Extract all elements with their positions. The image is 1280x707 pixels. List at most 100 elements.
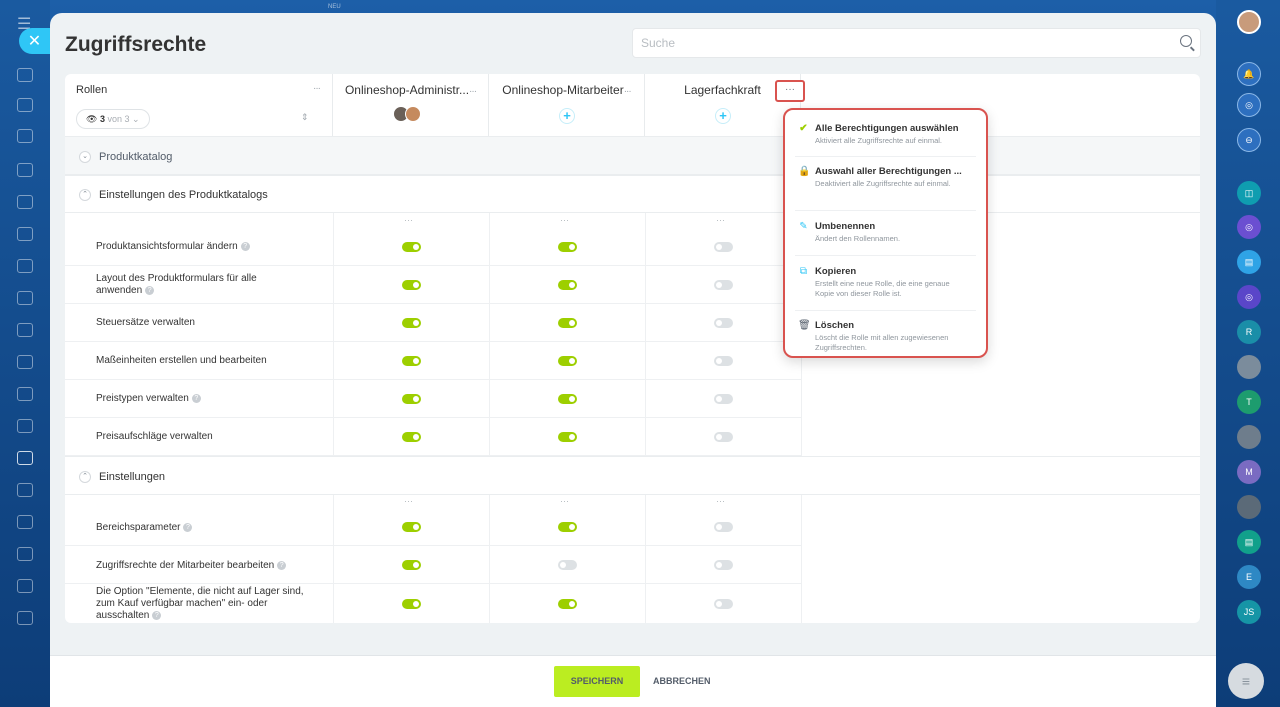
menu-item-select-all[interactable]: ✔ Alle Berechtigungen auswählen Aktivier… xyxy=(795,123,976,157)
contact-icon-8[interactable]: ▤ xyxy=(1237,530,1261,554)
contact-icon-5[interactable] xyxy=(1237,355,1261,379)
permission-toggle[interactable] xyxy=(713,393,733,404)
permission-toggle[interactable] xyxy=(401,355,421,366)
more-menu-icon[interactable]: ≡ xyxy=(1228,663,1264,699)
sidebar-icon-10[interactable] xyxy=(17,355,33,369)
permission-toggle[interactable] xyxy=(557,521,577,532)
permission-toggle[interactable] xyxy=(713,279,733,290)
roles-more-icon[interactable]: ··· xyxy=(313,83,321,94)
permission-label: Bereichsparameter xyxy=(96,522,181,533)
column-more-icon[interactable]: ··· xyxy=(716,496,725,506)
sidebar-icon-18[interactable] xyxy=(17,611,33,625)
permission-toggle[interactable] xyxy=(713,317,733,328)
permission-toggle[interactable] xyxy=(557,431,577,442)
permission-toggle[interactable] xyxy=(557,598,577,609)
permission-toggle[interactable] xyxy=(713,598,733,609)
permission-toggle[interactable] xyxy=(713,241,733,252)
permission-toggle[interactable] xyxy=(713,431,733,442)
contact-icon-4[interactable]: ◎ xyxy=(1237,285,1261,309)
help-icon[interactable]: ? xyxy=(240,241,250,251)
contact-icon-7[interactable] xyxy=(1237,495,1261,519)
section-produktkatalog[interactable]: ⌄ Produktkatalog xyxy=(65,136,1200,175)
sidebar-icon-4[interactable] xyxy=(17,163,33,177)
help-icon[interactable]: ? xyxy=(277,560,287,570)
permission-toggle[interactable] xyxy=(401,317,421,328)
menu-item-deselect-all[interactable]: 🔒 Auswahl aller Berechtigungen ... Deakt… xyxy=(795,166,976,211)
section-produktkatalog-settings[interactable]: ⌃ Einstellungen des Produktkatalogs xyxy=(65,175,1200,213)
help-icon[interactable]: ? xyxy=(183,522,193,532)
sidebar-icon-11[interactable] xyxy=(17,387,33,401)
contact-js[interactable]: JS xyxy=(1237,600,1261,624)
role-filter[interactable]: 👁 3 von 3 ⌄ xyxy=(76,109,150,129)
role2-more-icon[interactable]: ··· xyxy=(624,86,632,97)
sidebar-icon-2[interactable] xyxy=(17,98,33,112)
permission-toggle[interactable] xyxy=(713,355,733,366)
column-more-icon[interactable]: ··· xyxy=(716,215,725,225)
search-input[interactable] xyxy=(641,29,1161,57)
sidebar-icon-14[interactable] xyxy=(17,483,33,497)
contact-t[interactable]: T xyxy=(1237,390,1261,414)
sidebar-icon-17[interactable] xyxy=(17,579,33,593)
permission-toggle[interactable] xyxy=(401,559,421,570)
menu-item-title: Umbenennen xyxy=(815,221,876,232)
column-more-icon[interactable]: ··· xyxy=(404,496,413,506)
menu-item-delete[interactable]: 🗑 Löschen Löscht die Rolle mit allen zug… xyxy=(795,320,976,355)
contact-icon-3[interactable]: ▤ xyxy=(1237,250,1261,274)
help-icon[interactable]: ? xyxy=(191,393,201,403)
sidebar-icon-13[interactable] xyxy=(17,451,33,465)
permission-toggle[interactable] xyxy=(557,279,577,290)
column-more-icon[interactable]: ··· xyxy=(560,496,569,506)
menu-item-copy[interactable]: ⧉ Kopieren Erstellt eine neue Rolle, die… xyxy=(795,266,976,311)
column-more-icon[interactable]: ··· xyxy=(560,215,569,225)
sidebar-icon-12[interactable] xyxy=(17,419,33,433)
sidebar-icon-5[interactable] xyxy=(17,195,33,209)
sidebar-icon-3[interactable] xyxy=(17,129,33,143)
permission-toggle[interactable] xyxy=(557,317,577,328)
search-icon[interactable] xyxy=(1180,35,1192,47)
contact-m[interactable]: M xyxy=(1237,460,1261,484)
sidebar-icon-1[interactable] xyxy=(17,68,33,82)
help-icon[interactable]: ? xyxy=(145,285,155,295)
contact-icon-6[interactable] xyxy=(1237,425,1261,449)
section-einstellungen[interactable]: ⌃ Einstellungen xyxy=(65,456,1200,495)
permission-toggle[interactable] xyxy=(557,355,577,366)
permission-toggle[interactable] xyxy=(401,393,421,404)
add-member-icon[interactable]: + xyxy=(559,108,575,124)
permission-toggle[interactable] xyxy=(713,559,733,570)
column-more-icon[interactable]: ··· xyxy=(404,215,413,225)
permission-toggle[interactable] xyxy=(401,598,421,609)
sidebar-icon-8[interactable] xyxy=(17,291,33,305)
contact-icon-1[interactable]: ◫ xyxy=(1237,181,1261,205)
permission-toggle[interactable] xyxy=(557,393,577,404)
role1-more-icon[interactable]: ··· xyxy=(469,86,477,97)
add-member-icon[interactable]: + xyxy=(715,108,731,124)
save-button[interactable]: SPEICHERN xyxy=(554,666,640,697)
permission-toggle[interactable] xyxy=(557,241,577,252)
permission-toggle[interactable] xyxy=(557,559,577,570)
contact-icon-2[interactable]: ◎ xyxy=(1237,215,1261,239)
permission-toggle[interactable] xyxy=(401,431,421,442)
role3-more-button[interactable]: ··· xyxy=(775,80,805,102)
help-icon[interactable]: ? xyxy=(152,610,162,620)
avatar[interactable] xyxy=(405,106,421,122)
close-icon[interactable]: ✕ xyxy=(19,28,50,54)
cancel-button[interactable]: ABBRECHEN xyxy=(653,666,711,697)
search-chat-icon[interactable]: ⊖ xyxy=(1237,128,1261,152)
permission-toggle[interactable] xyxy=(713,521,733,532)
collapse-expand-icon[interactable]: ⇕ xyxy=(301,112,309,123)
permission-toggle[interactable] xyxy=(401,279,421,290)
permission-toggle[interactable] xyxy=(401,521,421,532)
sidebar-icon-15[interactable] xyxy=(17,515,33,529)
sidebar-icon-7[interactable] xyxy=(17,259,33,273)
bell-icon[interactable]: 🔔 xyxy=(1237,62,1261,86)
sidebar-icon-6[interactable] xyxy=(17,227,33,241)
sidebar-icon-16[interactable] xyxy=(17,547,33,561)
user-avatar[interactable] xyxy=(1237,10,1261,34)
menu-item-rename[interactable]: ✎ Umbenennen Ändert den Rollennamen. xyxy=(795,221,976,256)
contact-e[interactable]: E xyxy=(1237,565,1261,589)
contact-r[interactable]: R xyxy=(1237,320,1261,344)
sidebar-icon-9[interactable] xyxy=(17,323,33,337)
chat-icon[interactable]: ◎ xyxy=(1237,93,1261,117)
permission-toggle[interactable] xyxy=(401,241,421,252)
menu-item-title: Kopieren xyxy=(815,266,857,277)
